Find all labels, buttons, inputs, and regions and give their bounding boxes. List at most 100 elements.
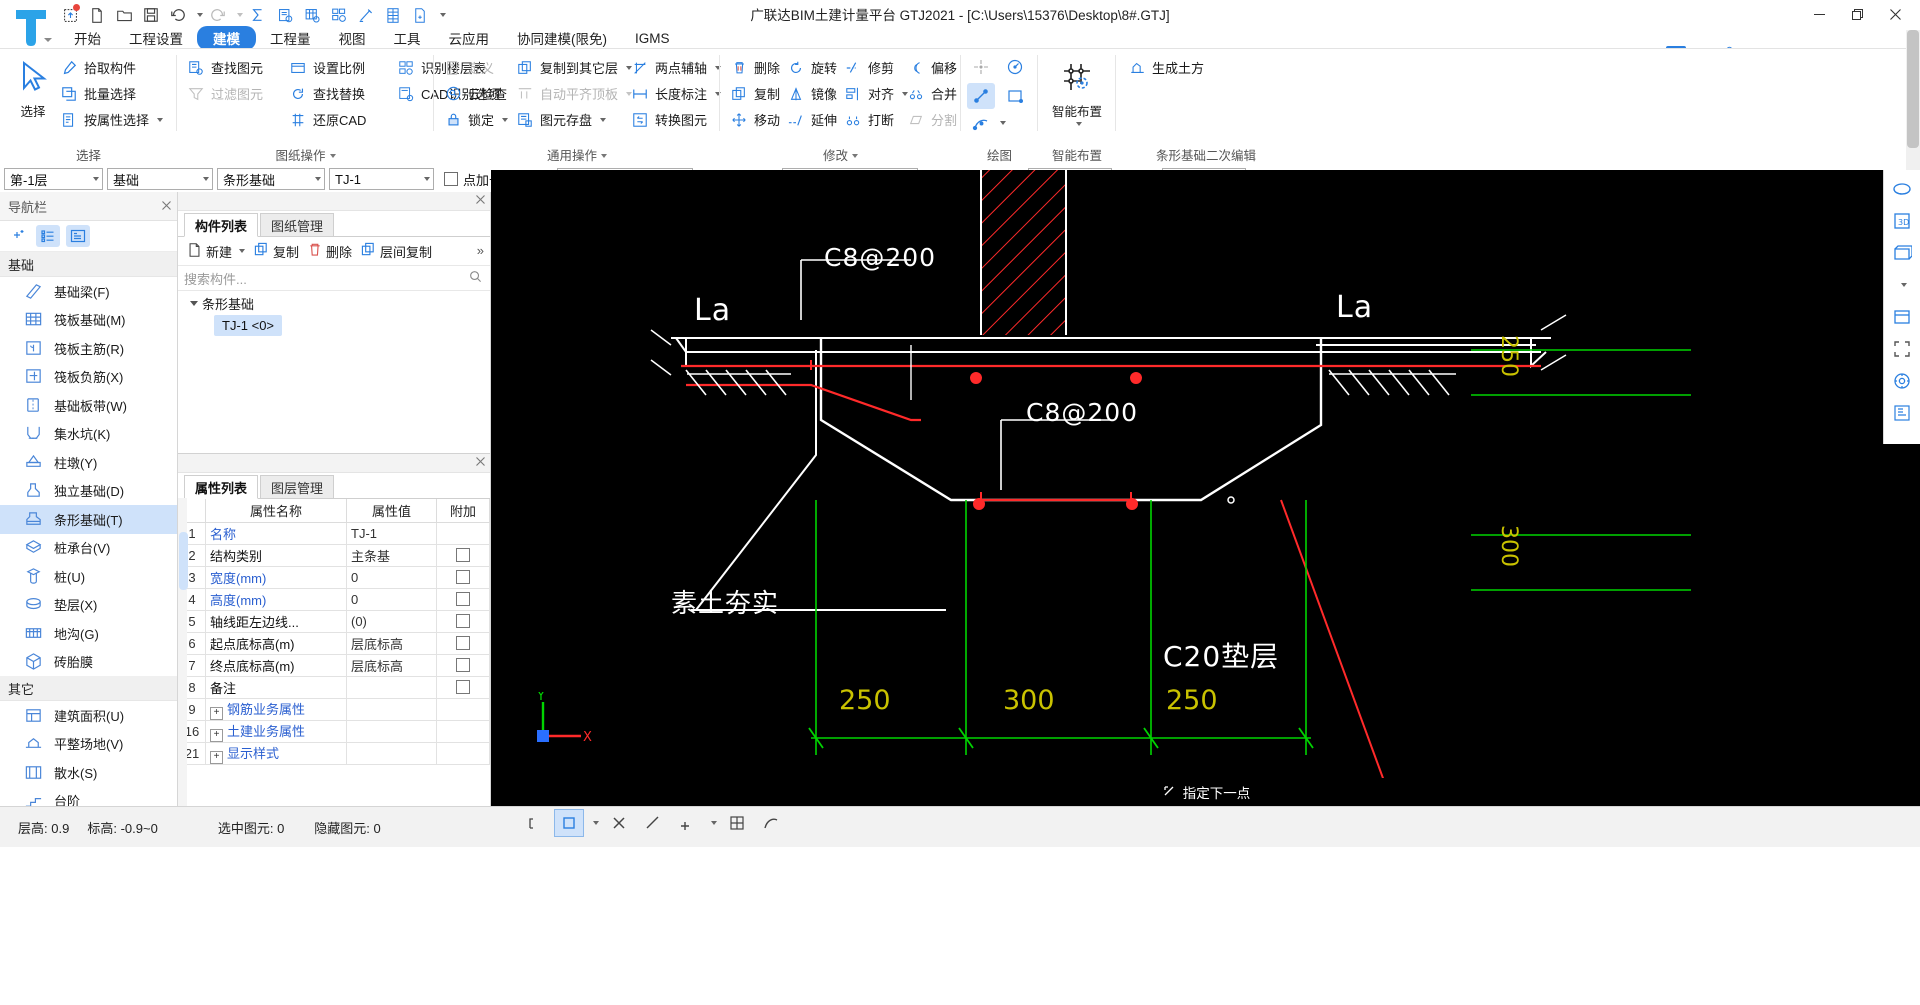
- attach-checkbox[interactable]: [456, 658, 470, 672]
- select-by-attribute-command[interactable]: 按属性选择: [56, 107, 166, 132]
- tab-component-list[interactable]: 构件列表: [184, 213, 259, 237]
- group-label-drawing-ops[interactable]: 图纸操作: [177, 145, 434, 164]
- break-command[interactable]: 打断: [840, 107, 897, 132]
- calendar-icon[interactable]: [381, 3, 405, 27]
- property-value-cell[interactable]: 主条基: [346, 544, 437, 567]
- attach-checkbox[interactable]: [456, 680, 470, 694]
- convert-element-command[interactable]: 转换图元: [627, 107, 710, 132]
- menu-item-quantity[interactable]: 工程量: [256, 26, 325, 50]
- sidebar-item-column-pier[interactable]: 柱墩(Y): [0, 448, 177, 477]
- property-value-cell[interactable]: TJ-1: [346, 522, 437, 545]
- chevron-down-icon[interactable]: [239, 249, 246, 253]
- search-icon[interactable]: [469, 270, 482, 286]
- table-row[interactable]: 2 结构类别 主条基: [178, 544, 490, 567]
- menu-item-igms[interactable]: IGMS: [621, 29, 684, 48]
- chevron-down-icon[interactable]: [157, 117, 164, 122]
- property-value-cell[interactable]: 0: [346, 588, 437, 611]
- view-3d-alt-icon[interactable]: 3D: [1888, 208, 1916, 234]
- view-3d-icon[interactable]: [1888, 176, 1916, 202]
- sparkle-icon[interactable]: [6, 225, 30, 247]
- chevron-down-icon[interactable]: [190, 300, 198, 306]
- element-save-command[interactable]: 图元存盘: [512, 107, 609, 132]
- arc-draw-caret-icon[interactable]: [997, 121, 1006, 125]
- component-tree[interactable]: 条形基础 TJ-1 <0>: [178, 291, 490, 477]
- close-icon[interactable]: [476, 455, 485, 469]
- tree-leaf-row[interactable]: TJ-1 <0>: [178, 315, 490, 336]
- tab-drawing-manage[interactable]: 图纸管理: [260, 213, 335, 236]
- expand-icon[interactable]: +: [210, 729, 223, 742]
- length-dimension-command[interactable]: 长度标注: [627, 81, 724, 106]
- snap-toolbar[interactable]: [520, 806, 786, 840]
- property-name-cell[interactable]: 轴线距左边线...: [205, 610, 347, 633]
- menu-item-view[interactable]: 视图: [325, 26, 380, 50]
- sidebar-item-isolated-foundation[interactable]: 独立基础(D): [0, 477, 177, 506]
- layout-search-icon[interactable]: [327, 3, 351, 27]
- property-value-cell[interactable]: 层底标高: [346, 632, 437, 655]
- lock-command[interactable]: 锁定: [440, 107, 511, 132]
- close-icon[interactable]: [476, 193, 485, 207]
- property-value-cell[interactable]: 0: [346, 566, 437, 589]
- property-value-cell[interactable]: 层底标高: [346, 654, 437, 677]
- property-name-cell[interactable]: 备注: [205, 676, 347, 699]
- batch-select-command[interactable]: 批量选择: [56, 81, 139, 106]
- menu-item-collab-modeling[interactable]: 协同建模(限免): [503, 26, 621, 50]
- tab-property-list[interactable]: 属性列表: [184, 475, 259, 499]
- chevron-down-icon[interactable]: [852, 154, 858, 158]
- copy-command[interactable]: 复制: [726, 81, 783, 106]
- sidebar-item-raft-main-rebar[interactable]: 筏板主筋(R): [0, 334, 177, 363]
- menu-item-tools[interactable]: 工具: [380, 26, 435, 50]
- smart-layout-button[interactable]: 智能布置: [1048, 55, 1106, 126]
- attach-cell[interactable]: [436, 522, 490, 545]
- property-value-cell[interactable]: [346, 698, 437, 721]
- chevron-down-icon[interactable]: [601, 154, 607, 158]
- menu-bar[interactable]: 开始 工程设置 建模 工程量 视图 工具 云应用 协同建模(限免) IGMS 楼…: [0, 26, 1920, 71]
- add-page-icon[interactable]: [408, 3, 432, 27]
- property-tabs[interactable]: 属性列表 图层管理: [178, 473, 490, 499]
- snap-arc-icon[interactable]: [756, 809, 786, 837]
- table-row[interactable]: 5 轴线距左边线... (0): [178, 610, 490, 633]
- table-search-icon[interactable]: [300, 3, 324, 27]
- attach-checkbox[interactable]: [456, 570, 470, 584]
- set-scale-command[interactable]: 设置比例: [285, 55, 368, 80]
- find-replace-command[interactable]: 查找替换: [285, 81, 368, 106]
- tab-layer-manage[interactable]: 图层管理: [260, 475, 335, 498]
- property-name-cell[interactable]: 终点底标高(m): [205, 654, 347, 677]
- delete-component-button[interactable]: 删除: [305, 240, 355, 263]
- property-name-cell[interactable]: 高度(mm): [205, 588, 347, 611]
- restore-cad-command[interactable]: 还原CAD: [285, 107, 369, 132]
- upload-cloud-icon[interactable]: [58, 3, 82, 27]
- sidebar-item-sump-pit[interactable]: 集水坑(K): [0, 420, 177, 449]
- component-toolbar[interactable]: 新建 复制 删除 层间复制 »: [178, 237, 490, 266]
- quick-access-toolbar[interactable]: [58, 2, 447, 28]
- generate-earthwork-command[interactable]: 生成土方: [1124, 55, 1207, 80]
- sidebar-item-building-area[interactable]: 建筑面积(U): [0, 701, 177, 730]
- nav-toolbar[interactable]: [0, 221, 177, 252]
- table-row[interactable]: 8 备注: [178, 676, 490, 699]
- property-name-cell[interactable]: + 显示样式: [205, 742, 347, 765]
- group-label-general-ops[interactable]: 通用操作: [434, 145, 720, 164]
- table-row[interactable]: 4 高度(mm) 0: [178, 588, 490, 611]
- detail-view-icon[interactable]: [66, 225, 90, 247]
- property-value-cell[interactable]: [346, 720, 437, 743]
- component-tabs[interactable]: 构件列表 图纸管理: [178, 211, 490, 237]
- chevron-down-icon[interactable]: [196, 177, 212, 181]
- attach-cell[interactable]: [436, 610, 490, 633]
- rect-draw-icon[interactable]: [1001, 83, 1029, 109]
- close-icon[interactable]: [162, 198, 171, 213]
- view-elevation-icon[interactable]: [1888, 304, 1916, 330]
- more-caret-icon[interactable]: [435, 3, 447, 27]
- arc-draw-icon[interactable]: [967, 111, 995, 137]
- move-command[interactable]: 移动: [726, 107, 783, 132]
- window-scrollbar[interactable]: [1906, 30, 1920, 170]
- chevron-down-icon[interactable]: [600, 117, 607, 122]
- drawing-canvas[interactable]: C8@200 C8@200 La La 素土夯实 C20垫层 250 300 2…: [491, 170, 1920, 806]
- maximize-button[interactable]: [1838, 1, 1876, 27]
- pick-component-command[interactable]: 拾取构件: [56, 55, 139, 80]
- attach-cell[interactable]: [436, 654, 490, 677]
- menu-item-start[interactable]: 开始: [60, 26, 115, 50]
- settings-gear-icon[interactable]: [1888, 368, 1916, 394]
- table-row[interactable]: 16 + 土建业务属性: [178, 720, 490, 743]
- sidebar-item-cushion[interactable]: 垫层(X): [0, 591, 177, 620]
- measure-icon[interactable]: [354, 3, 378, 27]
- toolbar-overflow-button[interactable]: »: [477, 243, 484, 258]
